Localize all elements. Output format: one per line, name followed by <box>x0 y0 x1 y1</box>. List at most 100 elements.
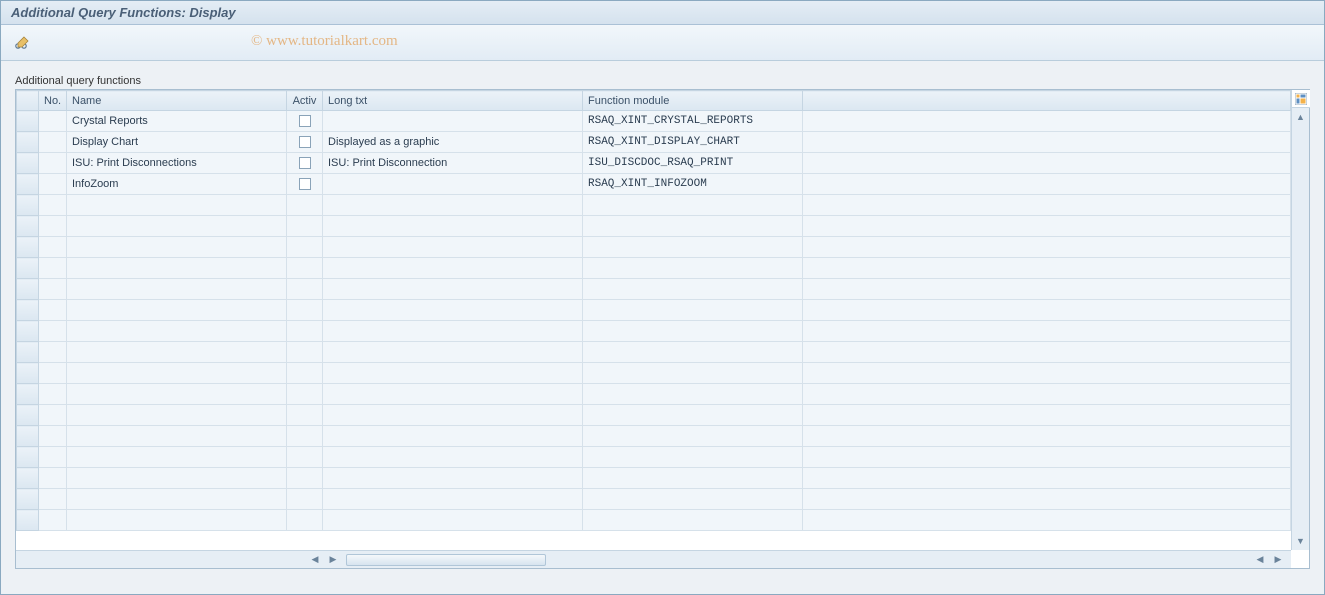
col-header-activ[interactable]: Activ <box>287 91 323 111</box>
table-row[interactable] <box>17 405 1291 426</box>
cell-empty <box>803 447 1291 468</box>
col-header-no[interactable]: No. <box>39 91 67 111</box>
activ-checkbox[interactable] <box>299 178 311 190</box>
table-row[interactable] <box>17 279 1291 300</box>
horizontal-scrollbar[interactable]: ◀ ▶ ◀ ▶ <box>16 550 1291 568</box>
cell-activ <box>287 132 323 153</box>
table-row[interactable]: Display ChartDisplayed as a graphicRSAQ_… <box>17 132 1291 153</box>
table-row[interactable] <box>17 237 1291 258</box>
row-selector[interactable] <box>17 321 39 342</box>
row-selector[interactable] <box>17 447 39 468</box>
table-row[interactable] <box>17 426 1291 447</box>
table-row[interactable] <box>17 384 1291 405</box>
cell-function-module: RSAQ_XINT_INFOZOOM <box>583 174 803 195</box>
cell-no <box>39 216 67 237</box>
cell-name <box>67 216 287 237</box>
table-header-row: No. Name Activ Long txt Function module <box>17 91 1291 111</box>
row-selector[interactable] <box>17 258 39 279</box>
cell-activ <box>287 279 323 300</box>
row-selector[interactable] <box>17 426 39 447</box>
cell-no <box>39 321 67 342</box>
scroll-down-button[interactable]: ▼ <box>1292 532 1310 550</box>
scroll-up-button[interactable]: ▲ <box>1292 108 1310 126</box>
cell-activ <box>287 216 323 237</box>
cell-activ <box>287 468 323 489</box>
col-header-select[interactable] <box>17 91 39 111</box>
scroll-right-button[interactable]: ◀ <box>1251 551 1269 569</box>
scroll-left-button[interactable]: ▶ <box>324 551 342 569</box>
table-row[interactable] <box>17 447 1291 468</box>
vertical-scrollbar[interactable]: ▲ ▼ <box>1291 90 1309 550</box>
page-title: Additional Query Functions: Display <box>11 5 236 20</box>
row-selector[interactable] <box>17 363 39 384</box>
cell-activ <box>287 258 323 279</box>
row-selector[interactable] <box>17 195 39 216</box>
cell-no <box>39 447 67 468</box>
table-row[interactable] <box>17 342 1291 363</box>
scroll-right-end-button[interactable]: ▶ <box>1269 551 1287 569</box>
table-row[interactable]: ISU: Print DisconnectionsISU: Print Disc… <box>17 153 1291 174</box>
col-header-name[interactable]: Name <box>67 91 287 111</box>
cell-empty <box>803 300 1291 321</box>
row-selector[interactable] <box>17 510 39 531</box>
cell-activ <box>287 153 323 174</box>
row-selector[interactable] <box>17 111 39 132</box>
table-row[interactable]: InfoZoomRSAQ_XINT_INFOZOOM <box>17 174 1291 195</box>
cell-empty <box>803 342 1291 363</box>
cell-function-module <box>583 195 803 216</box>
table-row[interactable] <box>17 216 1291 237</box>
table-row[interactable] <box>17 195 1291 216</box>
table-row[interactable] <box>17 510 1291 531</box>
cell-name <box>67 195 287 216</box>
table-row[interactable] <box>17 468 1291 489</box>
row-selector[interactable] <box>17 174 39 195</box>
cell-long-text <box>323 363 583 384</box>
row-selector[interactable] <box>17 384 39 405</box>
row-selector[interactable] <box>17 405 39 426</box>
table-row[interactable] <box>17 321 1291 342</box>
row-selector[interactable] <box>17 216 39 237</box>
row-selector[interactable] <box>17 300 39 321</box>
table-row[interactable] <box>17 363 1291 384</box>
cell-name <box>67 468 287 489</box>
row-selector[interactable] <box>17 342 39 363</box>
table-body: Crystal ReportsRSAQ_XINT_CRYSTAL_REPORTS… <box>17 111 1291 531</box>
row-selector[interactable] <box>17 153 39 174</box>
cell-function-module <box>583 258 803 279</box>
cell-function-module <box>583 426 803 447</box>
scroll-thumb-horizontal[interactable] <box>346 554 546 566</box>
cell-long-text: ISU: Print Disconnection <box>323 153 583 174</box>
cell-long-text <box>323 510 583 531</box>
row-selector[interactable] <box>17 489 39 510</box>
cell-no <box>39 363 67 384</box>
cell-long-text <box>323 321 583 342</box>
row-selector[interactable] <box>17 237 39 258</box>
scroll-left-start-button[interactable]: ◀ <box>306 551 324 569</box>
cell-name <box>67 258 287 279</box>
toggle-edit-button[interactable] <box>11 32 33 54</box>
table-config-button[interactable] <box>1292 90 1310 108</box>
cell-activ <box>287 384 323 405</box>
table-row[interactable] <box>17 300 1291 321</box>
cell-long-text <box>323 405 583 426</box>
section-label: Additional query functions <box>15 75 1310 87</box>
cell-no <box>39 111 67 132</box>
table-row[interactable] <box>17 258 1291 279</box>
table-config-icon <box>1295 93 1307 105</box>
activ-checkbox[interactable] <box>299 115 311 127</box>
cell-function-module <box>583 342 803 363</box>
table-row[interactable] <box>17 489 1291 510</box>
col-header-long[interactable]: Long txt <box>323 91 583 111</box>
row-selector[interactable] <box>17 279 39 300</box>
cell-no <box>39 258 67 279</box>
cell-function-module: ISU_DISCDOC_RSAQ_PRINT <box>583 153 803 174</box>
cell-function-module <box>583 489 803 510</box>
table-container: No. Name Activ Long txt Function module … <box>15 89 1310 569</box>
cell-no <box>39 174 67 195</box>
col-header-func[interactable]: Function module <box>583 91 803 111</box>
activ-checkbox[interactable] <box>299 157 311 169</box>
activ-checkbox[interactable] <box>299 136 311 148</box>
row-selector[interactable] <box>17 132 39 153</box>
row-selector[interactable] <box>17 468 39 489</box>
table-row[interactable]: Crystal ReportsRSAQ_XINT_CRYSTAL_REPORTS <box>17 111 1291 132</box>
